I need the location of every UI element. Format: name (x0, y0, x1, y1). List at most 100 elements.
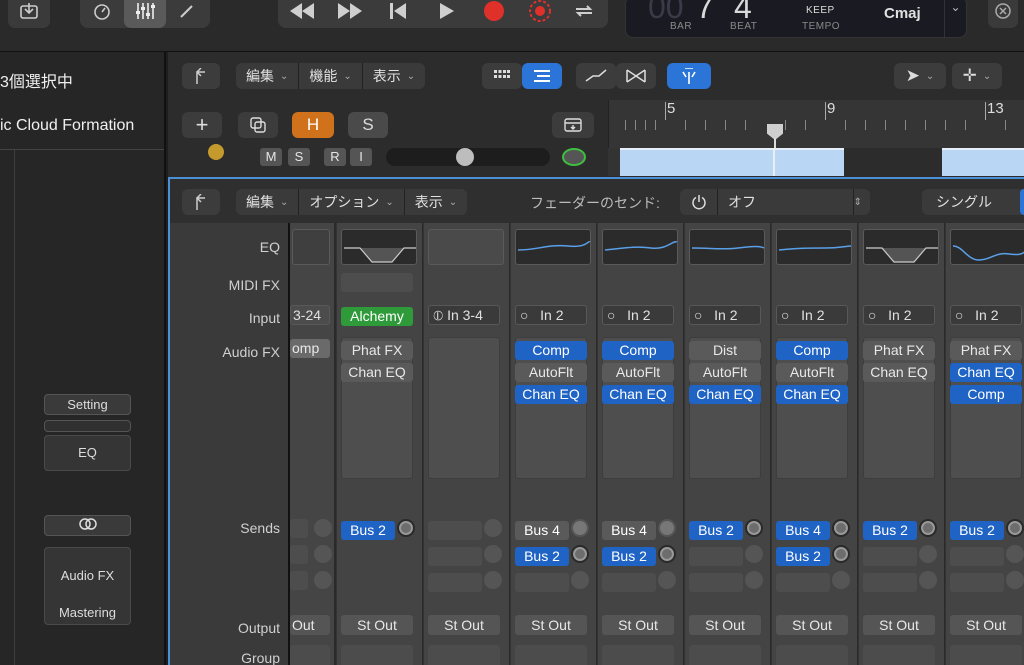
record-enable-button[interactable]: R (324, 148, 346, 166)
audio-fx-slot[interactable]: Comp (515, 341, 587, 360)
power-icon[interactable] (680, 189, 718, 215)
audio-fx-slot[interactable]: AutoFlt (776, 363, 848, 382)
output-slot[interactable]: St Out (428, 615, 500, 635)
output-slot[interactable]: St Out (689, 615, 761, 635)
send-slot[interactable] (950, 573, 1004, 592)
audio-fx-slot[interactable]: Phat FX (950, 341, 1022, 360)
output-slot[interactable]: St Out (863, 615, 935, 635)
send-slot[interactable]: Bus 2 (689, 521, 743, 540)
send-slot[interactable]: Bus 2 (341, 521, 395, 540)
send-knob[interactable] (484, 571, 502, 589)
send-knob[interactable] (658, 571, 676, 589)
send-slot[interactable]: Bus 2 (602, 547, 656, 566)
output-slot[interactable]: St Out (950, 615, 1022, 635)
view-menu[interactable]: 表示 ⌄ (363, 63, 425, 89)
output-slot[interactable]: St Out (776, 615, 848, 635)
rewind-icon[interactable] (282, 0, 322, 28)
eq-thumbnail[interactable] (863, 229, 939, 265)
send-slot[interactable] (290, 571, 308, 590)
send-knob[interactable] (484, 545, 502, 563)
timeline-ruler[interactable]: 5 9 13 (608, 100, 1024, 148)
send-slot[interactable] (428, 573, 482, 592)
send-slot[interactable]: Bus 2 (776, 547, 830, 566)
audio-fx-slot[interactable]: Chan EQ (689, 385, 761, 404)
pointer-tool[interactable]: ➤ ⌄ (894, 63, 946, 89)
send-slot[interactable] (290, 545, 308, 564)
instrument-slot[interactable]: Alchemy (341, 307, 413, 326)
grid-view-icon[interactable] (482, 63, 522, 89)
metronome-icon[interactable] (84, 0, 120, 28)
archive-icon[interactable] (552, 112, 594, 138)
audio-fx-slot[interactable]: AutoFlt (689, 363, 761, 382)
input-monitor-button[interactable]: I (350, 148, 372, 166)
input-slot[interactable]: ⦶ In 3-4 (428, 305, 500, 325)
audio-fx-slot[interactable]: Comp (602, 341, 674, 360)
eq-thumbnail[interactable] (950, 229, 1024, 265)
audio-fx-slot[interactable]: Chan EQ (776, 385, 848, 404)
send-slot[interactable] (776, 573, 830, 592)
audio-fx-slot[interactable]: Chan EQ (341, 363, 413, 382)
download-icon[interactable] (8, 0, 50, 28)
region-clip[interactable] (620, 148, 844, 176)
volume-slider-thumb[interactable] (456, 148, 474, 166)
input-slot[interactable]: ○ In 2 (689, 305, 761, 325)
send-slot[interactable] (863, 547, 917, 566)
send-knob[interactable] (1006, 571, 1024, 589)
send-knob[interactable] (919, 519, 937, 537)
send-knob[interactable] (571, 519, 589, 537)
crosshair-tool[interactable]: ✛ ⌄ (952, 63, 1002, 89)
pan-knob[interactable] (562, 148, 586, 166)
edit-menu[interactable]: 編集 ⌄ (236, 63, 300, 89)
audio-fx-slot[interactable]: omp (290, 339, 330, 358)
mixer-view-menu[interactable]: 表示 ⌄ (405, 189, 467, 215)
group-slot[interactable] (290, 645, 330, 665)
audio-fx-slot[interactable]: Audio FX Mastering (44, 547, 131, 625)
send-knob[interactable] (919, 571, 937, 589)
eq-thumbnail[interactable] (428, 229, 504, 265)
send-slot[interactable] (290, 519, 308, 538)
fast-forward-icon[interactable] (330, 0, 370, 28)
mixer-options-menu[interactable]: オプション ⌄ (299, 189, 405, 215)
region-clip[interactable] (942, 148, 1024, 176)
send-slot[interactable] (428, 547, 482, 566)
record-icon[interactable] (474, 0, 514, 28)
eq-thumbnail[interactable] (341, 229, 417, 265)
eq-thumbnail[interactable] (515, 229, 591, 265)
audio-fx-slot[interactable]: Phat FX (341, 341, 413, 360)
input-slot[interactable]: ○ In 2 (776, 305, 848, 325)
output-slot[interactable]: St Out (341, 615, 413, 635)
mixer-catch-icon[interactable] (182, 189, 220, 215)
audio-fx-slot[interactable]: Dist (689, 341, 761, 360)
audio-fx-slot[interactable]: AutoFlt (602, 363, 674, 382)
play-icon[interactable] (426, 0, 466, 28)
audio-fx-slot[interactable]: Chan EQ (950, 363, 1022, 382)
send-slot[interactable] (863, 573, 917, 592)
output-slot[interactable]: Out (290, 615, 330, 635)
flex-icon[interactable] (616, 63, 656, 89)
eq-thumbnail[interactable] (292, 229, 330, 265)
send-slot[interactable]: Bus 4 (602, 521, 656, 540)
group-slot[interactable] (950, 645, 1022, 665)
input-slot[interactable]: ○ In 2 (515, 305, 587, 325)
midi-fx-slot[interactable] (341, 273, 413, 292)
output-slot[interactable]: St Out (515, 615, 587, 635)
group-slot[interactable] (428, 645, 500, 665)
add-track-icon[interactable]: + (182, 112, 222, 138)
send-knob[interactable] (1006, 519, 1024, 537)
eq-display-button[interactable]: EQ (44, 435, 131, 471)
automation-curve-icon[interactable] (576, 63, 616, 89)
send-slot[interactable]: Bus 2 (950, 521, 1004, 540)
send-slot[interactable] (950, 547, 1004, 566)
send-knob[interactable] (745, 545, 763, 563)
send-knob[interactable] (832, 571, 850, 589)
lcd-chevron-down-icon[interactable]: ⌄ (944, 0, 966, 37)
solo-button[interactable]: S (288, 148, 310, 166)
send-slot[interactable]: Bus 4 (515, 521, 569, 540)
send-knob[interactable] (832, 519, 850, 537)
group-slot[interactable] (776, 645, 848, 665)
send-slot[interactable] (689, 573, 743, 592)
send-knob[interactable] (484, 519, 502, 537)
all-button-edge[interactable] (1020, 189, 1024, 215)
fader-sends-select[interactable]: オフ ⇕ (680, 189, 870, 215)
function-menu[interactable]: 機能 ⌄ (299, 63, 363, 89)
